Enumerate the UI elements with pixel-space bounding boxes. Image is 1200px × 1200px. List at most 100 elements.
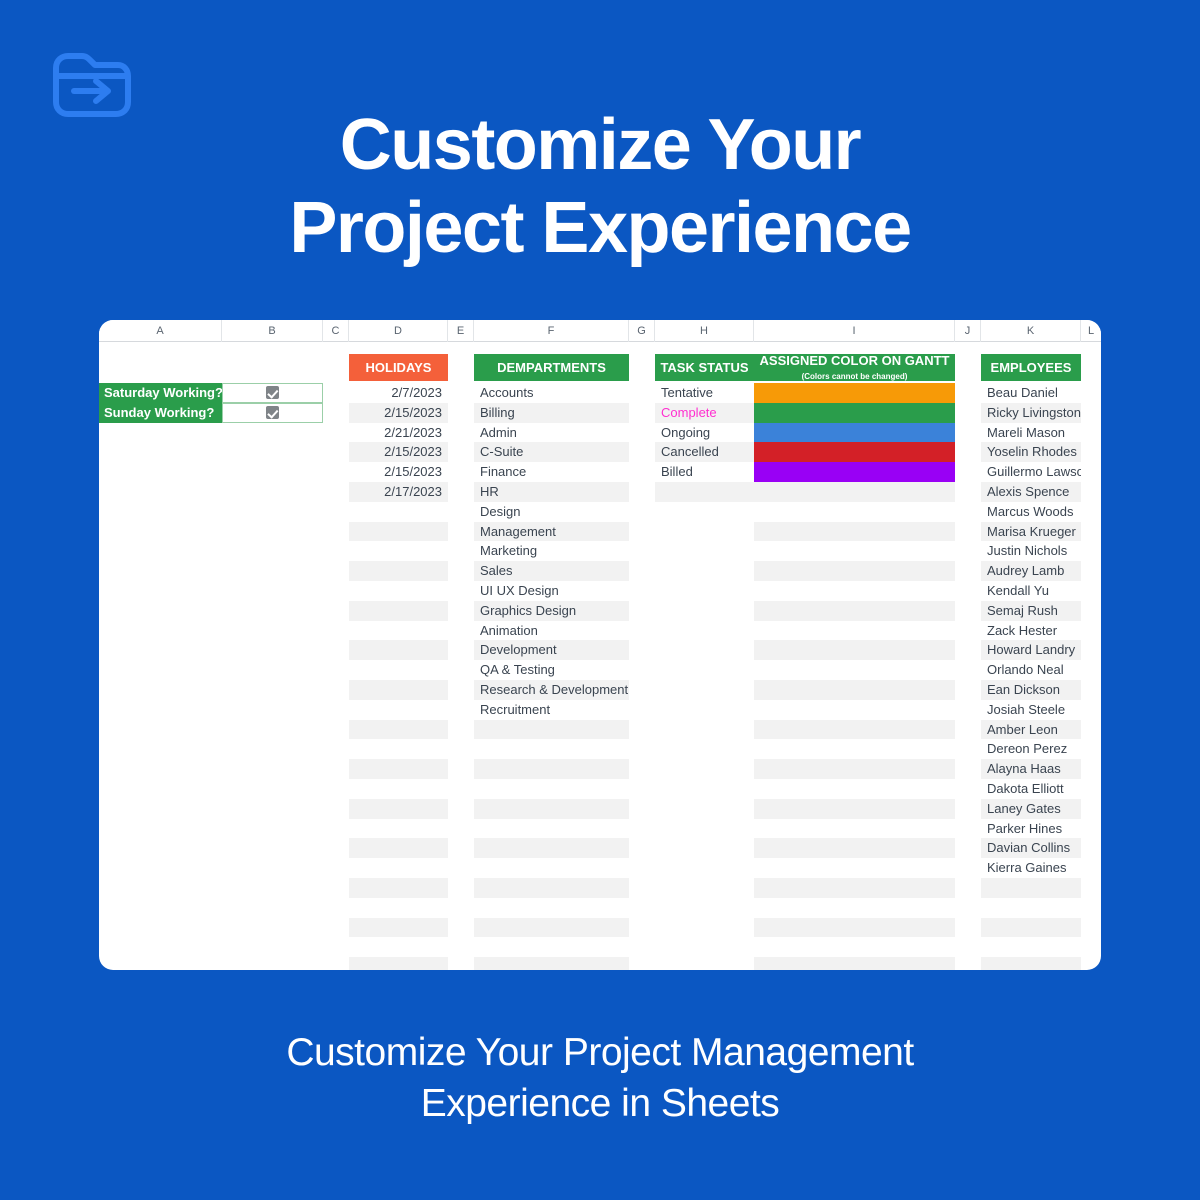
row-band <box>349 521 448 542</box>
checkmark-icon[interactable] <box>266 406 279 420</box>
employee-name: Mareli Mason <box>987 424 1066 440</box>
setting-label-2: Sunday Working? <box>99 402 222 423</box>
task-status-name: Tentative <box>661 385 714 400</box>
gantt-color-swatch <box>754 442 955 463</box>
department-name: QA & Testing <box>480 662 555 678</box>
gantt-color-swatch <box>754 383 955 403</box>
page-title: Customize Your Project Experience <box>0 104 1200 270</box>
employee-name: Semaj Rush <box>987 602 1058 618</box>
department-name: Admin <box>480 424 517 440</box>
holiday-date: 2/7/2023 <box>391 385 442 400</box>
employee-name: Josiah Steele <box>987 701 1066 717</box>
task-status-header: TASK STATUS <box>655 354 754 381</box>
row-band <box>349 798 448 819</box>
employee-name: Parker Hines <box>987 820 1063 836</box>
holiday-date: 2/17/2023 <box>384 484 442 499</box>
setting-checkbox-cell-2[interactable] <box>222 402 323 423</box>
row-band <box>349 640 448 661</box>
row-band <box>349 561 448 581</box>
department-name: C-Suite <box>480 444 524 460</box>
row-band <box>754 798 955 819</box>
department-name: Marketing <box>480 543 538 559</box>
column-header-i[interactable]: I <box>754 320 955 342</box>
employee-name: Dereon Perez <box>987 741 1068 757</box>
column-header-d[interactable]: D <box>349 320 448 342</box>
column-header-a[interactable]: A <box>99 320 222 342</box>
department-name: Management <box>480 523 556 539</box>
row-band <box>754 640 955 661</box>
holidays-header: HOLIDAYS <box>349 354 448 381</box>
gantt-color-swatch <box>754 402 955 423</box>
promo-graphic: Customize Your Project Experience ABCDEF… <box>0 0 1200 1200</box>
department-name: Accounts <box>480 385 534 400</box>
row-band <box>655 482 754 502</box>
row-band <box>754 482 955 502</box>
row-band <box>349 957 448 970</box>
holiday-date: 2/15/2023 <box>384 464 442 480</box>
checkmark-icon[interactable] <box>266 386 279 400</box>
employee-name: Kierra Gaines <box>987 860 1067 876</box>
row-band <box>754 561 955 581</box>
department-name: Billing <box>480 404 515 420</box>
holiday-date: 2/15/2023 <box>384 404 442 420</box>
gantt-color-swatch <box>754 462 955 482</box>
headline-line-2: Project Experience <box>289 187 912 268</box>
employee-name: Marisa Krueger <box>987 523 1076 539</box>
employee-name: Dakota Elliott <box>987 781 1064 796</box>
column-header-l[interactable]: L <box>1081 320 1101 342</box>
employee-name: Davian Collins <box>987 840 1071 856</box>
row-band <box>754 878 955 898</box>
employee-name: Alexis Spence <box>987 484 1070 499</box>
employee-name: Laney Gates <box>987 800 1061 816</box>
task-status-name: Ongoing <box>661 424 711 440</box>
column-header-row: ABCDEFGHIJKL <box>99 320 1101 342</box>
spreadsheet-grid: HOLIDAYS DEMPARTMENTS TASK STATUS ASSIGNED … <box>99 342 1101 970</box>
column-header-k[interactable]: K <box>981 320 1081 342</box>
employee-name: Amber Leon <box>987 721 1058 737</box>
row-band <box>474 917 629 938</box>
task-status-name: Complete <box>661 404 717 420</box>
row-band <box>349 680 448 700</box>
employee-name: Zack Hester <box>987 622 1058 638</box>
row-band <box>349 600 448 621</box>
setting-checkbox-cell-1[interactable] <box>222 383 323 403</box>
row-band <box>474 957 629 970</box>
spreadsheet-card: ABCDEFGHIJKL HOLIDAYS DEMPARTMENTS TASK ST… <box>99 320 1101 970</box>
headline-line-1: Customize Your <box>339 105 862 185</box>
column-header-c[interactable]: C <box>323 320 349 342</box>
row-band <box>754 600 955 621</box>
holiday-date: 2/21/2023 <box>384 424 442 440</box>
row-band <box>349 917 448 938</box>
department-name: Research & Development <box>480 682 629 697</box>
column-header-e[interactable]: E <box>448 320 474 342</box>
employee-name: Justin Nichols <box>987 543 1068 559</box>
task-status-name: Billed <box>661 464 693 480</box>
caption-line-2: Experience in Sheets <box>420 1081 780 1125</box>
row-band <box>349 759 448 779</box>
department-name: UI UX Design <box>480 583 559 598</box>
department-name: Graphics Design <box>480 602 577 618</box>
department-name: HR <box>480 484 499 499</box>
row-band <box>474 759 629 779</box>
column-header-b[interactable]: B <box>222 320 323 342</box>
column-header-g[interactable]: G <box>629 320 655 342</box>
employee-name: Yoselin Rhodes <box>987 444 1077 460</box>
row-band <box>349 719 448 740</box>
row-band <box>981 878 1081 898</box>
row-band <box>474 878 629 898</box>
employee-name: Ean Dickson <box>987 682 1060 697</box>
departments-header: DEMPARTMENTS <box>474 354 629 381</box>
column-header-h[interactable]: H <box>655 320 754 342</box>
employee-name: Orlando Neal <box>987 662 1064 678</box>
employee-name: Alayna Haas <box>987 761 1061 777</box>
column-header-f[interactable]: F <box>474 320 629 342</box>
employee-name: Marcus Woods <box>987 503 1074 519</box>
column-header-j[interactable]: J <box>955 320 981 342</box>
row-band <box>981 917 1081 938</box>
row-band <box>349 878 448 898</box>
row-band <box>754 838 955 859</box>
holiday-date: 2/15/2023 <box>384 444 442 460</box>
department-name: Animation <box>480 622 538 638</box>
employee-name: Kendall Yu <box>987 583 1049 598</box>
row-band <box>349 838 448 859</box>
